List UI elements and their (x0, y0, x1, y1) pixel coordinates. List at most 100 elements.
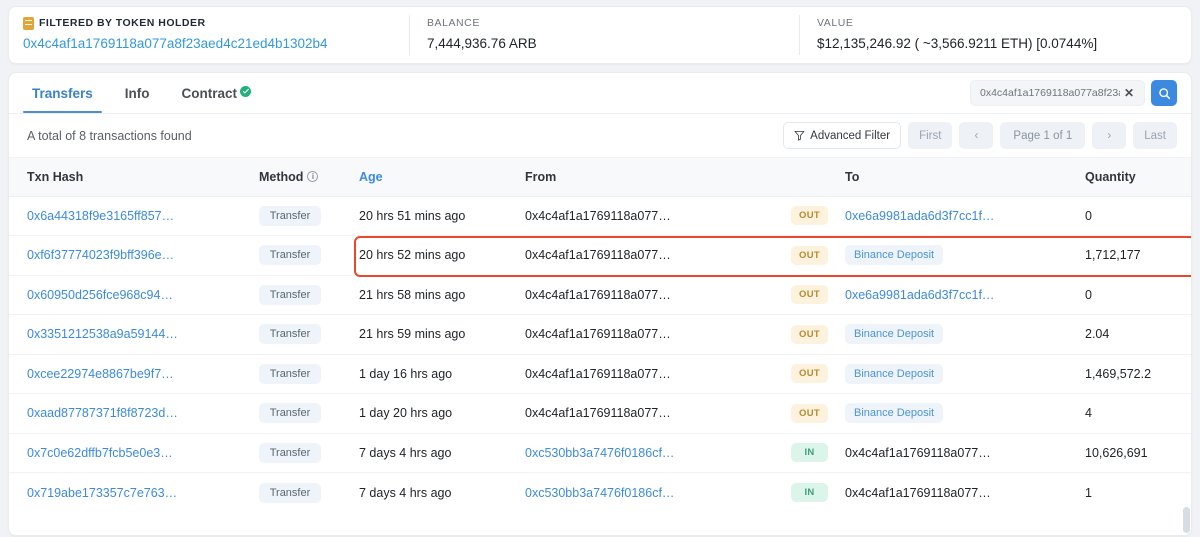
token-filter-icon (23, 16, 34, 30)
to-name-tag[interactable]: Binance Deposit (845, 403, 944, 424)
cell-age: 21 hrs 59 mins ago (359, 314, 525, 354)
tab-transfers[interactable]: Transfers (23, 74, 102, 113)
cell-txn-hash: 0x60950d256fce968c94… (9, 274, 259, 315)
cell-direction: OUT (791, 393, 845, 433)
tab-contract[interactable]: Contract (173, 74, 261, 112)
to-address: 0x4c4af1a1769118a077… (845, 485, 991, 500)
cell-quantity: 0 (1085, 208, 1092, 223)
column-header-method[interactable]: Method i (259, 158, 359, 197)
search-button[interactable] (1151, 80, 1177, 106)
cell-from: 0x4c4af1a1769118a077… (525, 235, 791, 275)
transfers-table-head: Txn Hash Method i Age From To Quantity (9, 158, 1191, 197)
cell-from: 0x4c4af1a1769118a077… (525, 314, 791, 354)
txn-hash-link[interactable]: 0xf6f37774023f9bff396e… (27, 248, 174, 262)
advanced-filter-button[interactable]: Advanced Filter (783, 122, 902, 149)
pagination-prev-button[interactable]: ‹ (959, 122, 994, 149)
txn-hash-link[interactable]: 0xcee22974e8867be9f7… (27, 367, 174, 381)
cell-age: 20 hrs 52 mins ago (359, 235, 525, 275)
cell-from: 0x4c4af1a1769118a077… (525, 353, 791, 394)
column-header-txn-hash[interactable]: Txn Hash (9, 158, 259, 197)
cell-to: 0xe6a9981ada6d3f7cc1f… (845, 274, 1083, 315)
to-name-tag[interactable]: Binance Deposit (845, 324, 944, 345)
search-box[interactable]: ✕ (970, 80, 1145, 106)
cell-to: Binance Deposit (845, 353, 1083, 394)
method-pill: Transfer (259, 442, 321, 463)
to-name-tag[interactable]: Binance Deposit (845, 245, 944, 266)
table-row: 0x60950d256fce968c94… Transfer 21 hrs 58 m… (9, 274, 1191, 315)
search-input[interactable] (980, 87, 1120, 99)
tab-transfers-label: Transfers (32, 86, 93, 101)
table-row: 0x7c0e62dffb7fcb5e0e3… Transfer 7 days 4 h… (9, 432, 1191, 473)
cell-to: Binance Deposit (845, 235, 1083, 275)
column-header-txn-hash-label: Txn Hash (27, 169, 84, 184)
info-icon[interactable]: i (307, 171, 319, 183)
cell-to: 0x4c4af1a1769118a077… (845, 432, 1083, 473)
direction-badge: OUT (791, 324, 828, 344)
pagination-first-button[interactable]: First (908, 122, 953, 149)
column-header-to[interactable]: To (845, 158, 1083, 197)
column-header-direction (791, 158, 845, 197)
txn-hash-link[interactable]: 0x60950d256fce968c94… (27, 288, 173, 302)
cell-from: 0xc530bb3a7476f0186cf… (525, 432, 791, 473)
cell-method: Transfer (259, 432, 359, 473)
column-header-quantity[interactable]: Quantity (1083, 158, 1191, 197)
direction-badge: OUT (791, 245, 828, 265)
table-row: 0xcee22974e8867be9f7… Transfer 1 day 16 hr… (9, 353, 1191, 394)
tab-contract-label: Contract (181, 86, 238, 101)
from-address-link[interactable]: 0xc530bb3a7476f0186cf… (525, 446, 674, 460)
from-address: 0x4c4af1a1769118a077… (525, 327, 671, 342)
to-name-tag[interactable]: Binance Deposit (845, 363, 944, 384)
balance-label: BALANCE (427, 17, 480, 29)
method-pill: Transfer (259, 324, 321, 345)
txn-hash-link[interactable]: 0x3351212538a9a59144… (27, 327, 178, 341)
clear-search-icon[interactable]: ✕ (1120, 87, 1138, 99)
token-holder-summary-card: FILTERED BY TOKEN HOLDER 0x4c4af1a176911… (8, 6, 1192, 64)
cell-direction: OUT (791, 274, 845, 315)
cell-quantity: 10,626,691 (1083, 432, 1191, 473)
txn-hash-link[interactable]: 0xaad87787371f8f8723d… (27, 406, 178, 420)
from-address-link[interactable]: 0xc530bb3a7476f0186cf… (525, 486, 674, 500)
vertical-scrollbar[interactable] (1183, 507, 1190, 533)
column-header-from[interactable]: From (525, 158, 791, 197)
direction-badge: OUT (791, 285, 828, 305)
pagination-last-button[interactable]: Last (1133, 122, 1177, 149)
txn-hash-link[interactable]: 0x6a44318f9e3165ff857… (27, 209, 174, 223)
tab-info-label: Info (124, 86, 150, 101)
cell-quantity: 4 (1083, 393, 1191, 433)
value-label: VALUE (817, 17, 854, 29)
transfers-table-body: 0x6a44318f9e3165ff857… Transfer 20 hrs 51 … (9, 196, 1191, 512)
pagination-next-button[interactable]: › (1092, 122, 1127, 149)
value-section: VALUE $12,135,246.92 ( ~3,566.9211 ETH) … (799, 7, 1191, 63)
direction-badge: OUT (791, 403, 828, 423)
to-address-link[interactable]: 0xe6a9981ada6d3f7cc1f… (845, 288, 994, 302)
cell-quantity: 2.04 (1083, 314, 1191, 354)
cell-from: 0x4c4af1a1769118a077… (525, 393, 791, 433)
cell-quantity: 1,712,177 (1083, 235, 1191, 275)
cell-txn-hash: 0xf6f37774023f9bff396e… (9, 235, 259, 275)
cell-txn-hash: 0x6a44318f9e3165ff857… (9, 196, 259, 236)
method-pill: Transfer (259, 482, 321, 503)
cell-age: 1 day 20 hrs ago (359, 393, 525, 433)
txn-hash-link[interactable]: 0x7c0e62dffb7fcb5e0e3… (27, 446, 173, 460)
filtered-by-token-holder-section: FILTERED BY TOKEN HOLDER 0x4c4af1a176911… (9, 7, 409, 63)
cell-method: Transfer (259, 196, 359, 236)
cell-age: 1 day 16 hrs ago (359, 353, 525, 394)
cell-age: 21 hrs 58 mins ago (359, 274, 525, 315)
cell-method: Transfer (259, 274, 359, 315)
cell-age: 7 days 4 hrs ago (359, 472, 525, 512)
method-pill: Transfer (259, 403, 321, 424)
txn-hash-link[interactable]: 0x719abe173357c7e763… (27, 486, 177, 500)
table-header-row: Txn Hash Method i Age From To Quantity (9, 158, 1191, 197)
column-header-quantity-label: Quantity (1085, 169, 1136, 184)
column-header-age[interactable]: Age (359, 158, 525, 197)
cell-age: 20 hrs 51 mins ago (359, 208, 466, 223)
from-address: 0x4c4af1a1769118a077… (525, 406, 671, 421)
column-header-age-label: Age (359, 169, 383, 184)
filtered-by-label: FILTERED BY TOKEN HOLDER (39, 17, 206, 29)
transfers-card: Transfers Info Contract ✕ (8, 72, 1192, 536)
tab-bar-actions: ✕ (970, 80, 1177, 106)
to-address-link[interactable]: 0xe6a9981ada6d3f7cc1f… (845, 209, 994, 223)
cell-to: Binance Deposit (845, 314, 1083, 354)
token-holder-address[interactable]: 0x4c4af1a1769118a077a8f23aed4c21ed4b1302… (23, 35, 409, 53)
tab-info[interactable]: Info (116, 74, 159, 112)
